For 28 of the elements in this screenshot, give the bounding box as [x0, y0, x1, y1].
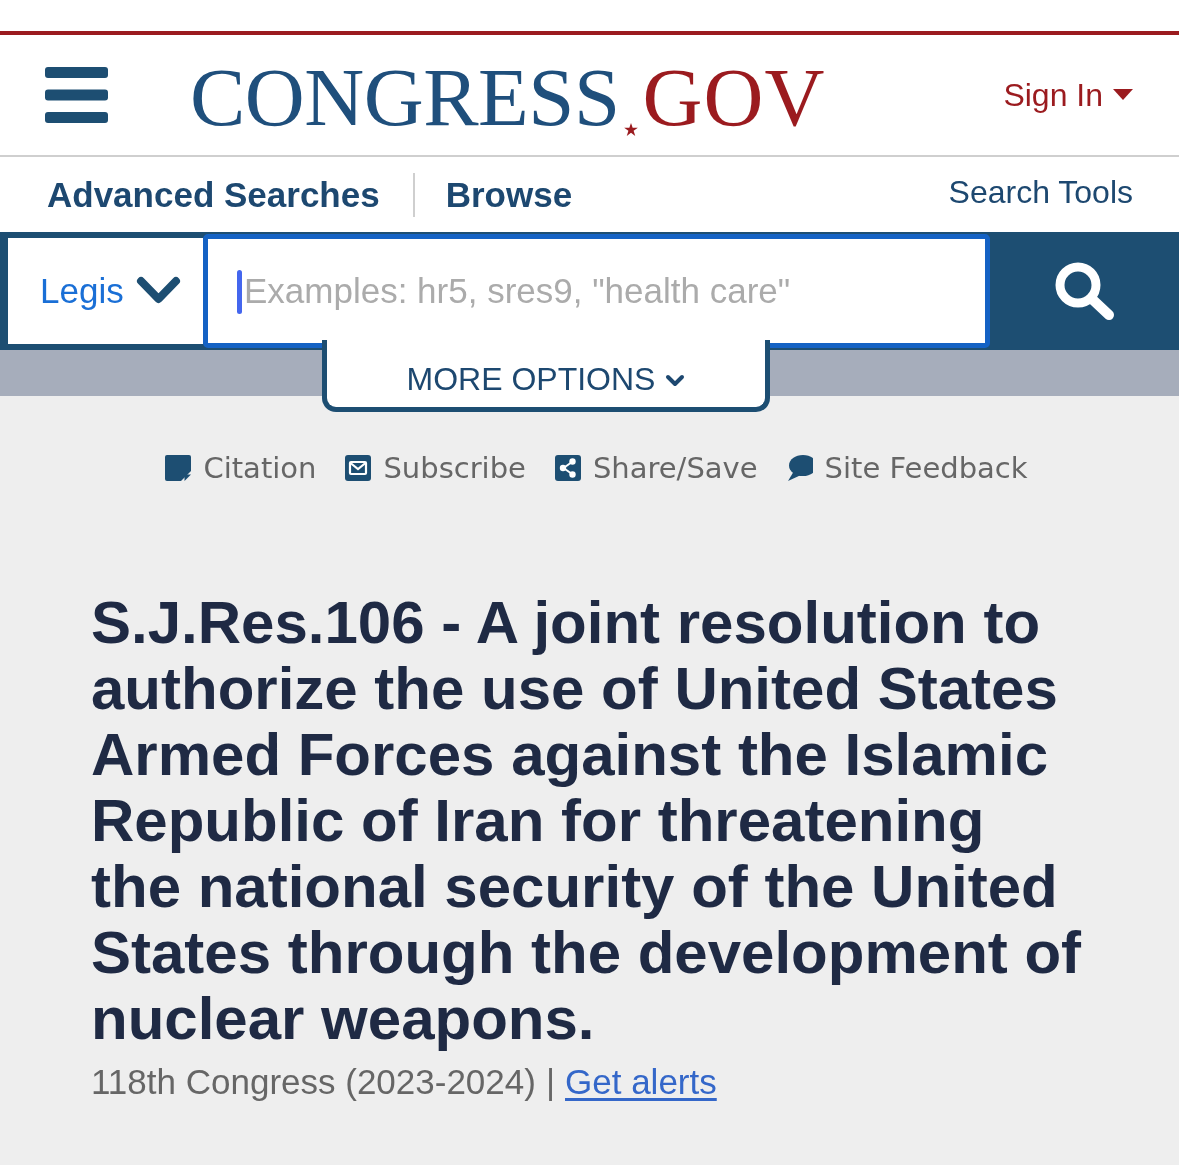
note-icon	[165, 455, 192, 481]
search-tools-link[interactable]: Search Tools	[948, 174, 1133, 211]
search-field[interactable]: Examples: hr5, sres9, "health care"	[203, 234, 990, 348]
action-link[interactable]: Share/Save	[554, 451, 758, 485]
bill-title: S.J.Res.106 - A joint resolution to authorize the use of United States Armed Forces against the Islamic Republic of Iran for threatening the national security of the United States through the development of nuclear weapons.	[91, 590, 1083, 1052]
action-link[interactable]: Site Feedback	[786, 451, 1028, 485]
envelope-icon	[345, 455, 372, 481]
nav-link[interactable]: Advanced Searches	[47, 174, 380, 215]
speech-bubble-icon	[786, 455, 813, 481]
logo-text[interactable]: CONGRESS	[190, 55, 620, 139]
text-cursor	[237, 270, 242, 314]
chevron-icon	[136, 276, 181, 306]
menu-icon[interactable]	[45, 67, 108, 123]
chevron-icon	[665, 374, 686, 387]
nav-link[interactable]: Browse	[445, 174, 573, 215]
scope-select[interactable]: Legis	[8, 238, 203, 344]
caret-icon	[1113, 89, 1133, 101]
separator-text: |	[545, 1061, 555, 1103]
star-icon	[623, 122, 638, 136]
search-icon	[1053, 261, 1116, 321]
more-options-button[interactable]: MORE OPTIONS	[322, 340, 770, 412]
sign-in-link[interactable]: Sign In	[1003, 76, 1133, 114]
action-link[interactable]: Citation	[165, 451, 317, 485]
share-icon	[554, 455, 581, 481]
congress-label: 118th Congress (2023-2024)	[91, 1061, 536, 1103]
logo-text[interactable]: GOV	[642, 55, 826, 139]
action-link[interactable]: Subscribe	[345, 451, 526, 485]
get-alerts-link[interactable]: Get alerts	[565, 1060, 717, 1104]
